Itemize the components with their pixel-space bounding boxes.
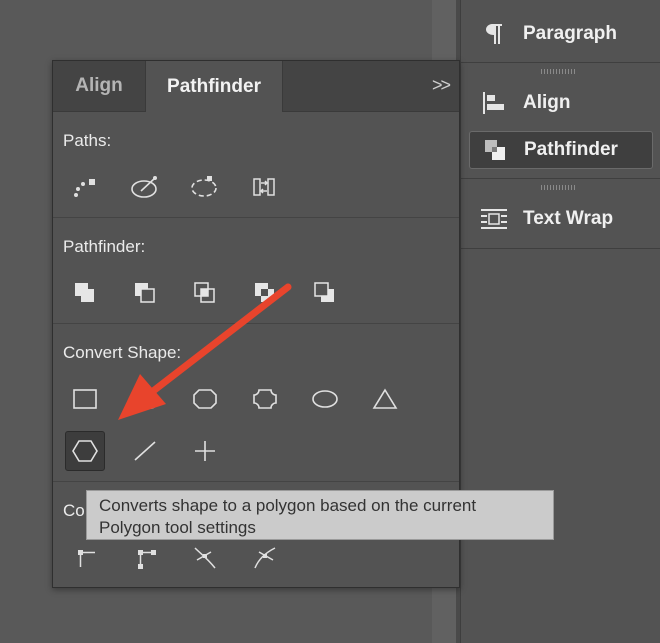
beveled-rectangle-shape-icon[interactable] <box>185 379 225 419</box>
dock-separator <box>461 178 660 179</box>
rounded-rectangle-shape-icon[interactable] <box>125 379 165 419</box>
symmetrical-point-icon[interactable] <box>245 537 285 577</box>
outline-stroke-icon[interactable] <box>125 167 165 207</box>
section-divider <box>53 323 459 324</box>
polygon-shape-icon[interactable] <box>65 431 105 471</box>
ellipse-shape-icon[interactable] <box>305 379 345 419</box>
tooltip-line-1: Converts shape to a polygon based on the… <box>99 496 477 515</box>
section-title-convert-point: Co <box>63 501 85 520</box>
section-divider <box>53 217 459 218</box>
corner-point-icon[interactable] <box>125 537 165 577</box>
dock-grip-handle[interactable] <box>541 69 575 74</box>
line-shape-icon[interactable] <box>125 431 165 471</box>
add-shapes-icon[interactable] <box>65 273 105 313</box>
tooltip-line-2: Polygon tool settings <box>99 518 256 537</box>
section-title-convert-shape: Convert Shape: <box>63 343 182 362</box>
dock-separator <box>461 248 660 249</box>
minus-back-icon[interactable] <box>305 273 345 313</box>
panel-collapse-button[interactable]: >> <box>432 75 451 96</box>
intersect-shapes-icon[interactable] <box>185 273 225 313</box>
dock-item-label: Paragraph <box>523 23 617 44</box>
tab-pathfinder[interactable]: Pathfinder <box>145 61 283 112</box>
dock-item-pathfinder[interactable]: Pathfinder <box>469 131 653 169</box>
section-divider <box>53 481 459 482</box>
plain-point-icon[interactable] <box>65 537 105 577</box>
smooth-point-icon[interactable] <box>185 537 225 577</box>
offset-path-icon[interactable] <box>185 167 225 207</box>
polygon-tooltip: Converts shape to a polygon based on the… <box>86 490 554 540</box>
panel-tab-bar: Align Pathfinder >> <box>53 61 459 112</box>
text-wrap-icon <box>477 201 511 237</box>
pathfinder-icon <box>478 132 512 168</box>
section-title-pathfinder: Pathfinder: <box>63 237 146 256</box>
tab-align[interactable]: Align <box>53 61 145 111</box>
exclude-overlap-icon[interactable] <box>245 273 285 313</box>
inverse-rounded-rectangle-shape-icon[interactable] <box>245 379 285 419</box>
dock-item-align[interactable]: Align <box>469 85 651 121</box>
join-icon[interactable] <box>65 167 105 207</box>
dock-grip-handle[interactable] <box>541 185 575 190</box>
dock-item-label: Align <box>523 92 571 113</box>
dock-panel: Paragraph Align Pathfinder Text Wrap <box>460 0 660 643</box>
paragraph-icon <box>477 16 511 52</box>
dock-item-label: Pathfinder <box>524 139 618 160</box>
reverse-path-icon[interactable] <box>245 167 285 207</box>
section-title-paths: Paths: <box>63 131 112 150</box>
dock-item-text-wrap[interactable]: Text Wrap <box>469 201 651 237</box>
align-icon <box>477 85 511 121</box>
dock-item-label: Text Wrap <box>523 208 614 229</box>
triangle-shape-icon[interactable] <box>365 379 405 419</box>
dock-separator <box>461 62 660 63</box>
orthogonal-line-shape-icon[interactable] <box>185 431 225 471</box>
rectangle-shape-icon[interactable] <box>65 379 105 419</box>
subtract-shapes-icon[interactable] <box>125 273 165 313</box>
dock-item-paragraph[interactable]: Paragraph <box>469 16 651 52</box>
